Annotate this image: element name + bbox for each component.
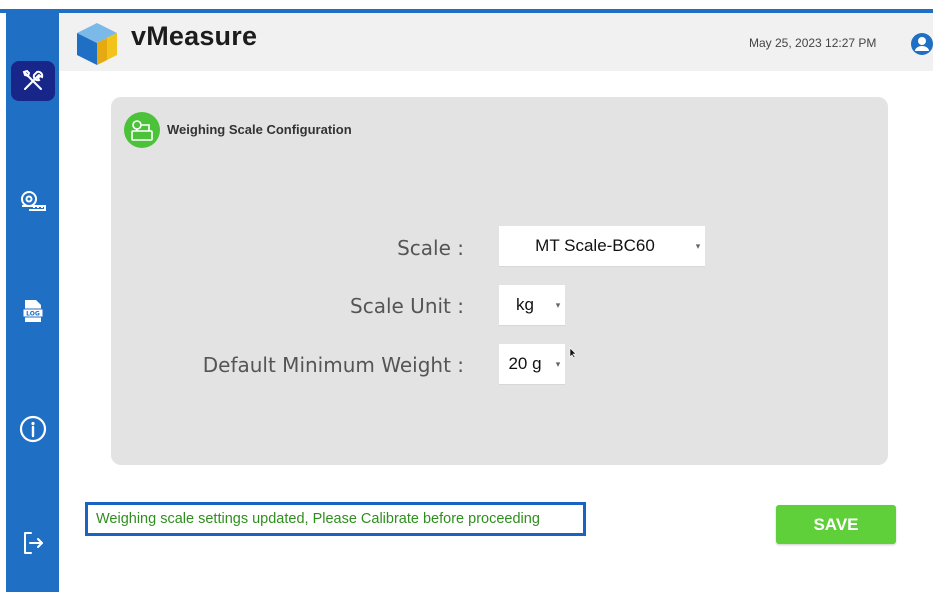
sidebar-item-tools[interactable] bbox=[6, 59, 59, 103]
scale-select[interactable]: MT Scale-BC60 ▾ bbox=[499, 226, 705, 266]
info-icon bbox=[19, 415, 46, 443]
min-weight-select[interactable]: 20 g ▾ bbox=[499, 344, 565, 384]
sidebar-item-measure[interactable] bbox=[6, 179, 59, 223]
tape-measure-icon bbox=[20, 191, 46, 211]
weighing-scale-config-panel: Weighing Scale Configuration Scale : MT … bbox=[111, 97, 888, 465]
logout-icon bbox=[23, 532, 43, 554]
panel-title: Weighing Scale Configuration bbox=[167, 122, 352, 137]
header: vMeasure May 25, 2023 12:27 PM bbox=[59, 13, 933, 71]
mouse-pointer-icon bbox=[569, 347, 577, 359]
scale-unit-label: Scale Unit : bbox=[350, 294, 464, 318]
chevron-down-icon: ▾ bbox=[555, 358, 561, 369]
app-title: vMeasure bbox=[131, 21, 258, 51]
scale-unit-select-value: kg bbox=[516, 295, 534, 314]
sidebar-item-logs[interactable]: LOG bbox=[6, 289, 59, 333]
user-icon[interactable] bbox=[910, 32, 933, 56]
svg-text:LOG: LOG bbox=[26, 311, 40, 318]
scale-unit-select[interactable]: kg ▾ bbox=[499, 285, 565, 325]
min-weight-select-value: 20 g bbox=[508, 354, 542, 373]
chevron-down-icon: ▾ bbox=[555, 299, 561, 310]
sidebar-item-info[interactable] bbox=[6, 407, 59, 451]
sidebar-item-tools-highlight bbox=[10, 61, 55, 101]
sidebar-item-logout[interactable] bbox=[6, 521, 59, 565]
weighing-scale-icon bbox=[124, 112, 160, 148]
log-file-icon: LOG bbox=[22, 300, 43, 322]
save-button[interactable]: SAVE bbox=[776, 505, 896, 544]
chevron-down-icon: ▾ bbox=[695, 240, 701, 251]
tools-icon bbox=[22, 69, 43, 90]
current-datetime: May 25, 2023 12:27 PM bbox=[749, 36, 877, 50]
scale-select-value: MT Scale-BC60 bbox=[535, 236, 655, 255]
min-weight-label: Default Minimum Weight : bbox=[202, 353, 464, 377]
vmeasure-logo bbox=[77, 23, 117, 65]
status-message: Weighing scale settings updated, Please … bbox=[85, 502, 586, 536]
sidebar: LOG bbox=[6, 9, 59, 592]
scale-label: Scale : bbox=[397, 236, 464, 260]
